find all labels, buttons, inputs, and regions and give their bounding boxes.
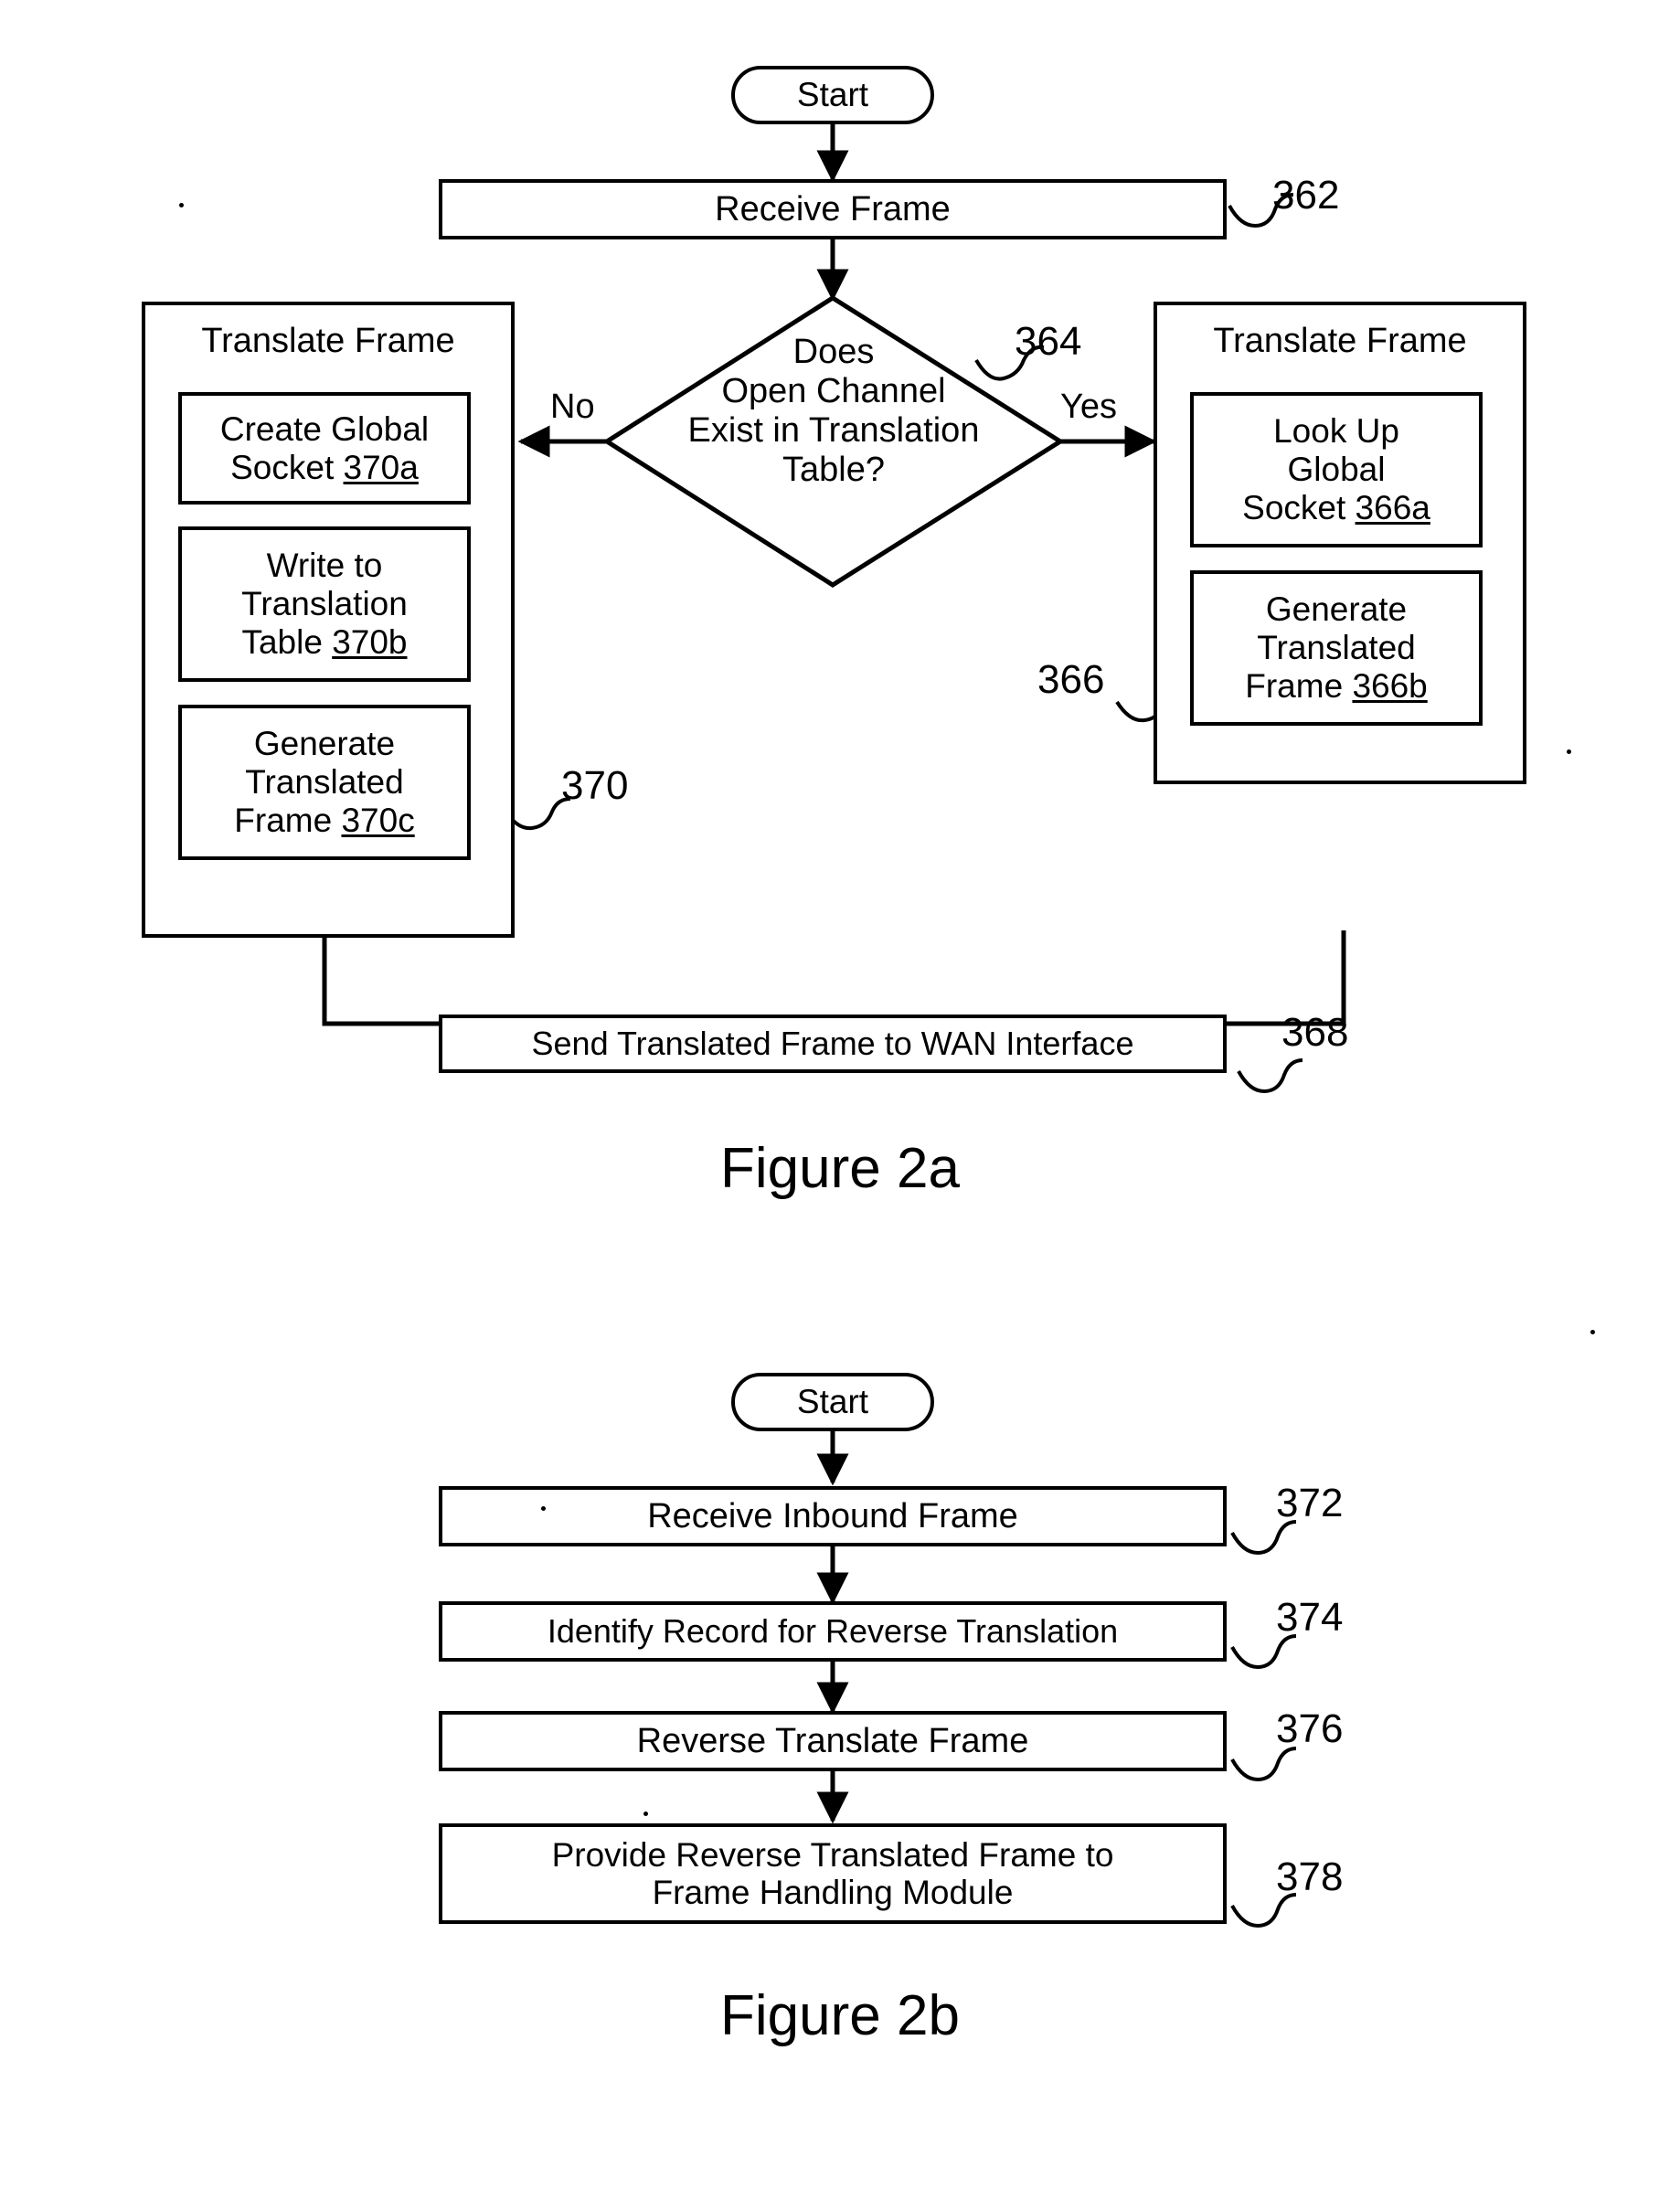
scan-speck-3 (179, 203, 184, 207)
step-370b-line3: Table (241, 622, 333, 661)
provide-reverse-translated-frame-box: Provide Reverse Translated Frame to Fram… (439, 1823, 1227, 1924)
step-378-line1: Provide Reverse Translated Frame to (551, 1835, 1114, 1874)
scan-speck-5 (1590, 1330, 1595, 1334)
leader-372 (1230, 1520, 1297, 1556)
step-366b-line1: Generate (1265, 590, 1408, 629)
step-366a-line2: Global (1287, 451, 1386, 489)
step-366b-ref: 366b (1352, 666, 1428, 705)
receive-frame-label: Receive Frame (715, 189, 951, 228)
step-370a-line2: Socket (230, 448, 344, 486)
step-366b-line2: Translated (1257, 629, 1416, 667)
ref-372: 372 (1276, 1481, 1344, 1525)
step-366a-line1: Look Up (1273, 412, 1399, 451)
step-write-to-translation-table: Write to Translation Table 370b (178, 526, 471, 682)
start-terminator-a: Start (731, 66, 934, 124)
receive-inbound-frame-box: Receive Inbound Frame (439, 1486, 1227, 1546)
patent-figure-sheet: Start Receive Frame 362 Does Open Channe… (0, 0, 1680, 2210)
step-370c-line1: Generate (253, 725, 396, 763)
ref-376: 376 (1276, 1706, 1344, 1751)
identify-record-box: Identify Record for Reverse Translation (439, 1601, 1227, 1662)
edge-right-group-to-send (833, 930, 1346, 1026)
step-370c-ref: 370c (341, 801, 415, 839)
send-translated-frame-label: Send Translated Frame to WAN Interface (531, 1024, 1134, 1062)
ref-368: 368 (1281, 1010, 1349, 1055)
step-370b-line1: Write to (266, 547, 383, 585)
start-label-a: Start (796, 76, 869, 114)
identify-record-label: Identify Record for Reverse Translation (547, 1611, 1119, 1650)
ref-364: 364 (1015, 319, 1082, 364)
step-366b-line3: Frame (1245, 666, 1353, 705)
left-group-title: Translate Frame (201, 322, 455, 360)
step-370b-ref: 370b (332, 622, 408, 661)
step-370a-line1: Create Global (219, 409, 430, 448)
send-translated-frame-box: Send Translated Frame to WAN Interface (439, 1015, 1227, 1073)
leader-378 (1230, 1893, 1297, 1928)
decision-text: Does Open Channel Exist in Translation T… (687, 333, 980, 489)
step-create-global-socket: Create Global Socket 370a (178, 392, 471, 505)
step-generate-translated-frame-370c: Generate Translated Frame 370c (178, 705, 471, 860)
step-370c-line3: Frame (234, 801, 342, 839)
step-look-up-global-socket: Look Up Global Socket 366a (1190, 392, 1483, 547)
step-378-line2: Frame Handling Module (652, 1874, 1014, 1911)
leader-374 (1230, 1634, 1297, 1670)
figure-2a-caption: Figure 2a (720, 1137, 960, 1200)
figure-2b-caption: Figure 2b (720, 1984, 960, 2047)
receive-frame-box: Receive Frame (439, 179, 1227, 239)
translate-frame-group-left: Translate Frame Create Global Socket 370… (142, 302, 515, 938)
step-370c-line2: Translated (245, 763, 404, 802)
ref-362: 362 (1272, 173, 1340, 218)
step-366a-ref: 366a (1355, 488, 1430, 526)
translate-frame-group-right: Translate Frame Look Up Global Socket 36… (1154, 302, 1526, 784)
step-370b-line2: Translation (241, 585, 408, 623)
receive-inbound-frame-label: Receive Inbound Frame (647, 1496, 1018, 1535)
leader-376 (1230, 1747, 1297, 1782)
edge-label-no: No (550, 388, 595, 426)
right-group-title: Translate Frame (1213, 322, 1467, 360)
scan-speck-2 (643, 1812, 648, 1816)
step-370a-ref: 370a (343, 448, 419, 486)
start-label-b: Start (796, 1383, 869, 1421)
reverse-translate-frame-box: Reverse Translate Frame (439, 1711, 1227, 1771)
scan-speck-1 (541, 1506, 546, 1511)
reverse-translate-frame-label: Reverse Translate Frame (636, 1721, 1029, 1760)
scan-speck-4 (1567, 749, 1571, 754)
edge-label-yes: Yes (1060, 388, 1117, 426)
ref-378: 378 (1276, 1854, 1344, 1899)
leader-368 (1237, 1058, 1303, 1094)
step-366a-line3: Socket (1242, 488, 1356, 526)
ref-374: 374 (1276, 1595, 1344, 1640)
start-terminator-b: Start (731, 1373, 934, 1431)
ref-370: 370 (561, 763, 629, 808)
ref-366: 366 (1037, 657, 1105, 702)
step-generate-translated-frame-366b: Generate Translated Frame 366b (1190, 570, 1483, 726)
